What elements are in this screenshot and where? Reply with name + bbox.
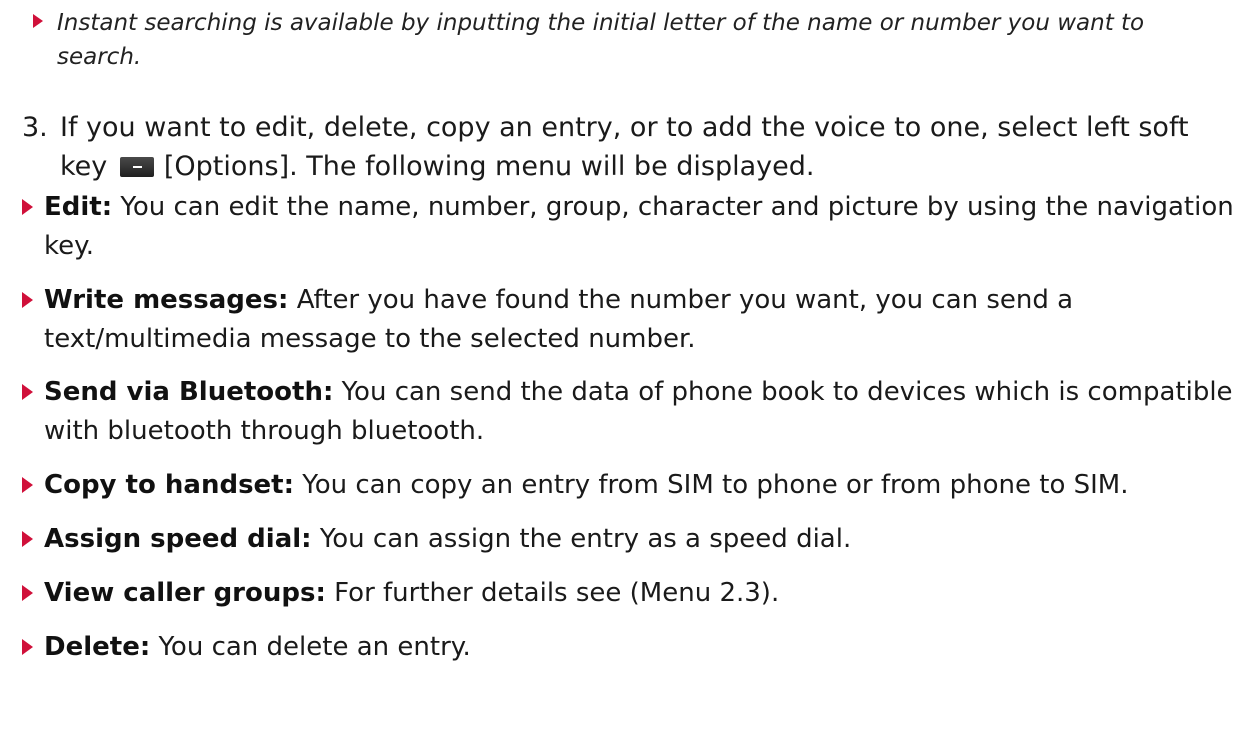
option-term: Copy to handset: [44,470,295,500]
bullet-arrow-icon [22,199,33,215]
option-description: You can delete an entry. [158,632,471,662]
option-term: View caller groups: [44,578,326,608]
option-description: You can copy an entry from SIM to phone … [302,470,1129,500]
option-term: Send via Bluetooth: [44,377,334,407]
option-term: Write messages: [44,285,289,315]
bullet-arrow-icon [22,477,33,493]
bullet-arrow-icon [33,14,43,28]
option-term: Delete: [44,632,151,662]
bullet-arrow-icon [22,639,33,655]
option-send-via-bluetooth: Send via Bluetooth: You can send the dat… [22,373,1237,451]
step-3: 3. If you want to edit, delete, copy an … [22,108,1232,186]
bullet-arrow-icon [22,292,33,308]
step-text: If you want to edit, delete, copy an ent… [22,108,1232,186]
bullet-arrow-icon [22,531,33,547]
option-description: You can assign the entry as a speed dial… [319,524,852,554]
step-text-after: . The following menu will be displayed. [289,151,815,182]
left-soft-key-icon [119,157,154,177]
bullet-arrow-icon [22,585,33,601]
search-tip-text: Instant searching is available by inputt… [57,10,1145,70]
option-description: You can edit the name, number, group, ch… [44,192,1234,261]
option-assign-speed-dial: Assign speed dial: You can assign the en… [22,520,1237,559]
step-number: 3. [22,112,48,143]
manual-page: Instant searching is available by inputt… [0,0,1246,744]
bullet-arrow-icon [22,384,33,400]
option-write-messages: Write messages: After you have found the… [22,281,1237,359]
options-key-label: [Options] [163,151,290,182]
option-term: Assign speed dial: [44,524,312,554]
option-delete: Delete: You can delete an entry. [22,628,1237,667]
search-tip: Instant searching is available by inputt… [33,6,1233,74]
option-term: Edit: [44,192,113,222]
option-description: For further details see (Menu 2.3). [334,578,780,608]
option-view-caller-groups: View caller groups: For further details … [22,574,1237,613]
option-copy-to-handset: Copy to handset: You can copy an entry f… [22,466,1237,505]
option-edit: Edit: You can edit the name, number, gro… [22,188,1237,266]
